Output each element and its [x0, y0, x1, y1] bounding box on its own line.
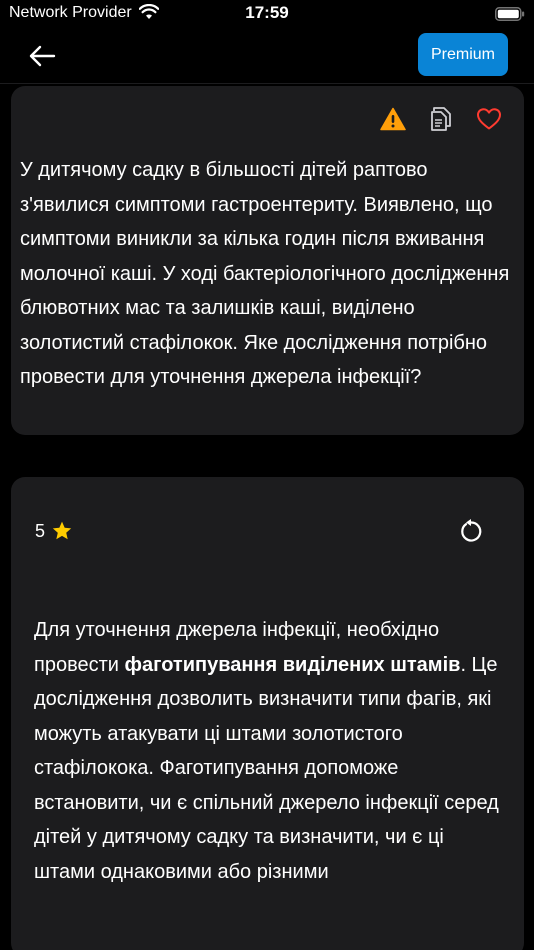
rating: 5 — [35, 520, 73, 542]
copy-icon[interactable] — [428, 106, 454, 132]
question-actions — [380, 106, 502, 132]
question-text: У дитячому садку в більшості дітей рапто… — [20, 159, 510, 388]
answer-text-bold: фаготипування виділених штамів — [124, 653, 461, 676]
warning-icon[interactable] — [380, 106, 406, 132]
regenerate-button[interactable] — [458, 518, 484, 544]
battery-icon — [495, 7, 525, 21]
question-card: У дитячому садку в більшості дітей рапто… — [11, 86, 524, 435]
star-icon — [52, 521, 72, 540]
rating-value: 5 — [35, 520, 46, 541]
back-button[interactable] — [22, 38, 62, 74]
refresh-icon — [461, 519, 482, 542]
answer-text: Для уточнення джерела інфекції, необхідн… — [34, 613, 504, 889]
back-arrow-icon — [29, 45, 56, 67]
status-bar: Network Provider 17:59 — [0, 0, 534, 28]
heart-icon[interactable] — [476, 106, 502, 132]
premium-button[interactable]: Premium — [418, 33, 508, 76]
nav-bar: Premium — [0, 28, 534, 84]
screen: Network Provider 17:59 Premium У дитячом… — [0, 0, 534, 950]
answer-text-after: . Це дослідження дозволить визначити тип… — [34, 653, 499, 883]
answer-card: 5 Для уточнення джерела інфекції, необхі… — [11, 477, 524, 950]
status-time: 17:59 — [245, 3, 289, 22]
